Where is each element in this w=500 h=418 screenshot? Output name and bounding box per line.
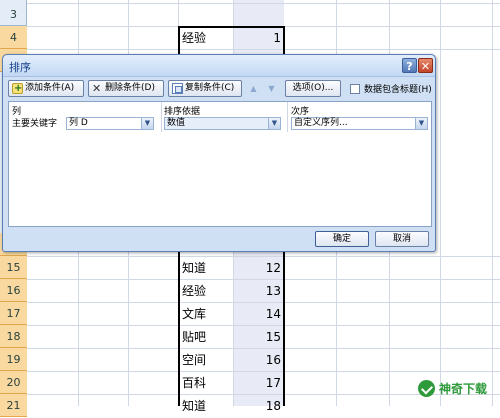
header-checkbox-row[interactable]: 数据包含标题(H) <box>350 82 432 95</box>
chevron-down-icon[interactable]: ▼ <box>415 118 427 129</box>
move-down-button[interactable]: ▼ <box>264 80 279 97</box>
add-condition-label: 添加条件(A) <box>25 83 75 93</box>
grid-line <box>492 0 493 406</box>
row-header[interactable]: 4 <box>0 26 27 49</box>
header-checkbox[interactable] <box>350 83 360 94</box>
cell-text[interactable]: 文库 <box>182 303 232 326</box>
sort-conditions-grid: 列 排序依据 次序 主要关键字 列 D ▼ 数值 ▼ 自定义序列... ▼ <box>8 101 432 227</box>
cell-number[interactable]: 18 <box>234 395 281 418</box>
sort-on-select[interactable]: 数值 ▼ <box>164 117 281 130</box>
dialog-title: 排序 <box>9 61 31 74</box>
cell-number[interactable]: 17 <box>234 372 281 395</box>
order-header: 次序 <box>291 107 310 117</box>
cell-text[interactable]: 经验 <box>182 27 232 50</box>
dialog-titlebar[interactable]: 排序 ? ✕ <box>3 55 435 77</box>
column-select[interactable]: 列 D ▼ <box>66 117 154 130</box>
row-header[interactable]: 17 <box>0 302 27 325</box>
delete-condition-button[interactable]: 删除条件(D) <box>88 80 164 97</box>
help-button[interactable]: ? <box>402 58 417 73</box>
cell-number[interactable]: 1 <box>234 27 281 50</box>
grid-line <box>440 0 441 406</box>
order-select[interactable]: 自定义序列... ▼ <box>291 117 428 130</box>
watermark-logo-icon <box>418 379 435 397</box>
cell-number[interactable]: 14 <box>234 303 281 326</box>
row-header[interactable]: 20 <box>0 371 27 394</box>
sort-on-header: 排序依据 <box>164 107 201 117</box>
row-header[interactable]: 16 <box>0 279 27 302</box>
column-select-value: 列 D <box>69 118 88 128</box>
row-header[interactable]: 3 <box>0 3 27 26</box>
copy-condition-button[interactable]: 复制条件(C) <box>168 80 242 97</box>
cell-text[interactable]: 贴吧 <box>182 326 232 349</box>
options-button[interactable]: 选项(O)... <box>285 80 341 97</box>
column-separator <box>161 102 162 132</box>
header-checkbox-label: 数据包含标题(H) <box>364 85 432 95</box>
watermark-text: 神奇下载 <box>439 381 488 396</box>
delete-condition-label: 删除条件(D) <box>105 83 155 93</box>
options-label: 选项(O)... <box>292 83 334 93</box>
move-up-button[interactable]: ▲ <box>246 80 261 97</box>
cell-text[interactable]: 百科 <box>182 372 232 395</box>
chevron-down-icon[interactable]: ▼ <box>141 118 153 129</box>
sort-on-select-value: 数值 <box>167 118 186 128</box>
add-condition-button[interactable]: 添加条件(A) <box>8 80 84 97</box>
dialog-toolbar: 添加条件(A) 删除条件(D) 复制条件(C) ▲ ▼ 选项(O)... 数据包… <box>8 80 432 100</box>
cell-text[interactable]: 经验 <box>182 280 232 303</box>
row-header[interactable]: 19 <box>0 348 27 371</box>
delete-icon <box>92 81 103 96</box>
cell-number[interactable]: 15 <box>234 326 281 349</box>
watermark: 神奇下载 <box>418 378 487 398</box>
cell-number[interactable]: 12 <box>234 257 281 280</box>
order-select-value: 自定义序列... <box>294 118 348 128</box>
cell-text[interactable]: 知道 <box>182 257 232 280</box>
cell-text[interactable]: 空间 <box>182 349 232 372</box>
row-header[interactable]: 18 <box>0 325 27 348</box>
sort-dialog: 排序 ? ✕ 添加条件(A) 删除条件(D) 复制条件(C) ▲ ▼ 选项(O)… <box>2 54 436 252</box>
cancel-button[interactable]: 取消 <box>375 231 429 247</box>
column-separator <box>287 102 288 132</box>
close-button[interactable]: ✕ <box>418 58 433 73</box>
row-header[interactable]: 15 <box>0 256 27 279</box>
cell-text[interactable]: 知道 <box>182 395 232 418</box>
cell-number[interactable]: 13 <box>234 280 281 303</box>
primary-key-label: 主要关键字 <box>12 119 58 129</box>
copy-condition-label: 复制条件(C) <box>185 83 235 93</box>
copy-icon <box>172 83 183 94</box>
chevron-down-icon[interactable]: ▼ <box>268 118 280 129</box>
grid-line <box>27 3 500 4</box>
ok-button[interactable]: 确定 <box>315 231 369 247</box>
add-icon <box>12 81 23 96</box>
cell-number[interactable]: 16 <box>234 349 281 372</box>
